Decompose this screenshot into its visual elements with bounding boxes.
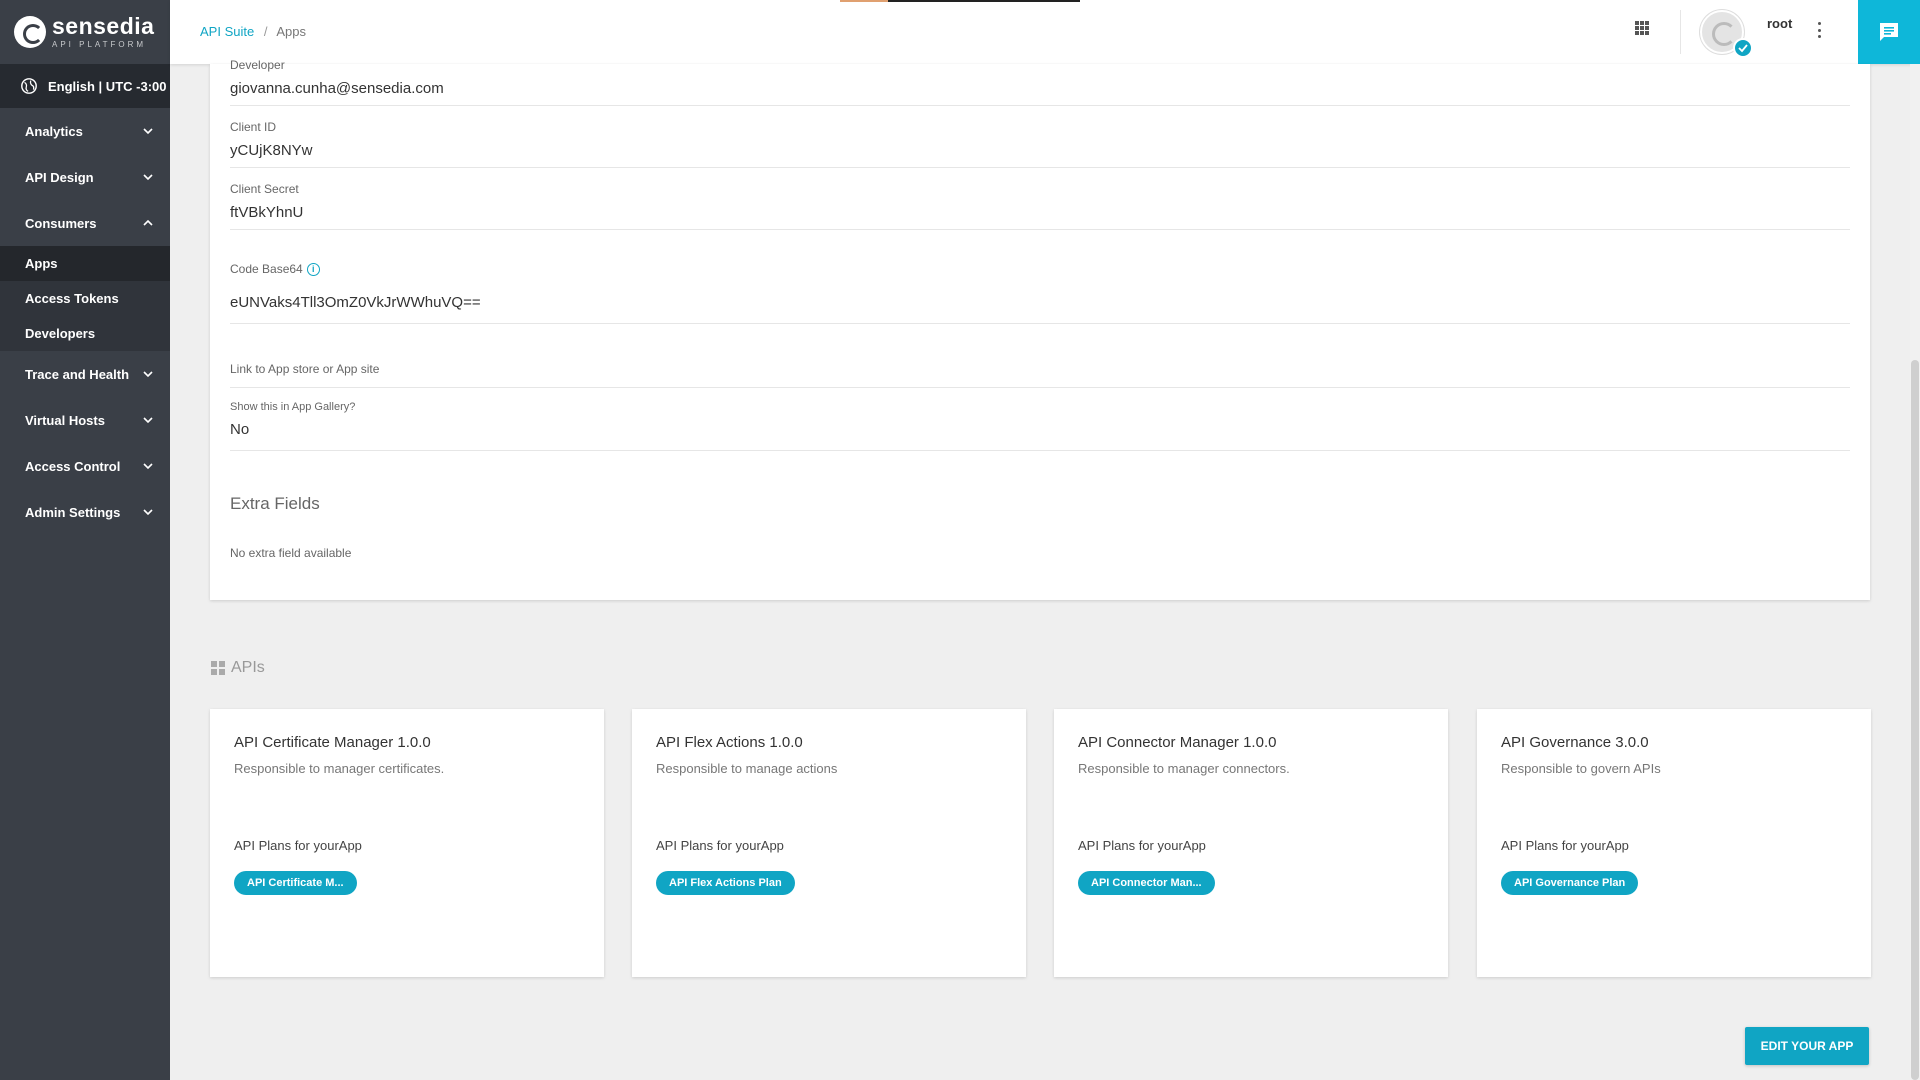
gallery-field: Show this in App Gallery? No (230, 401, 1850, 451)
locale-label: English | UTC -3:00 (48, 78, 167, 94)
chevron-down-icon (143, 128, 153, 135)
scrollbar-thumb[interactable] (1911, 360, 1919, 1080)
more-vert-icon[interactable] (1818, 22, 1822, 38)
client-id-field: Client ID yCUjK8NYw (230, 120, 1850, 168)
api-card-title: API Connector Manager 1.0.0 (1078, 734, 1277, 751)
breadcrumb-root-link[interactable]: API Suite (200, 24, 254, 39)
chat-icon (1880, 23, 1898, 41)
api-card[interactable]: API Flex Actions 1.0.0 Responsible to ma… (632, 709, 1026, 977)
gallery-label: Show this in App Gallery? (230, 401, 356, 413)
top-bar: API Suite / Apps root (170, 0, 1920, 64)
client-secret-label: Client Secret (230, 182, 299, 196)
sensedia-logo-icon (14, 16, 46, 48)
api-card-description: Responsible to manage actions (656, 761, 838, 776)
apps-grid-icon[interactable] (1635, 21, 1649, 35)
brand-name: sensedia (52, 13, 155, 39)
chevron-up-icon (143, 219, 153, 226)
chevron-down-icon (143, 509, 153, 516)
globe-icon (21, 78, 37, 94)
api-card-description: Responsible to manager certificates. (234, 761, 445, 776)
chevron-down-icon (143, 417, 153, 424)
sidebar-subitem-apps[interactable]: Apps (0, 246, 170, 281)
locale-selector[interactable]: English | UTC -3:00 (0, 64, 170, 108)
extra-fields-title: Extra Fields (230, 494, 320, 513)
header-divider (1680, 10, 1681, 54)
apis-title: APIs (231, 659, 265, 676)
client-id-value: yCUjK8NYw (230, 142, 313, 159)
chevron-down-icon (143, 371, 153, 378)
breadcrumb-separator: / (263, 24, 268, 39)
username[interactable]: root (1767, 16, 1792, 31)
sidebar-item-trace-and-health[interactable]: Trace and Health (0, 351, 170, 397)
apis-section-title: APIs (211, 659, 265, 677)
extra-fields-empty: No extra field available (230, 546, 352, 560)
api-card-description: Responsible to manager connectors. (1078, 761, 1290, 776)
plan-chip[interactable]: API Connector Man... (1078, 871, 1215, 895)
api-card[interactable]: API Certificate Manager 1.0.0 Responsibl… (210, 709, 604, 977)
app-link-field: Link to App store or App site (230, 362, 1850, 388)
app-details-card: Developer giovanna.cunha@sensedia.com Cl… (210, 58, 1870, 600)
edit-app-button[interactable]: EDIT YOUR APP (1745, 1027, 1869, 1065)
sidebar-item-access-control[interactable]: Access Control (0, 443, 170, 489)
api-plans-label: API Plans for yourApp (234, 838, 362, 853)
sidebar-subitem-developers[interactable]: Developers (0, 316, 170, 351)
api-card-description: Responsible to govern APIs (1501, 761, 1661, 776)
code-base64-field: Code Base64 i eUNVaks4Tll3OmZ0VkJrWWhuVQ=… (230, 262, 1850, 324)
developer-value: giovanna.cunha@sensedia.com (230, 80, 444, 97)
sidebar-item-label: Access Control (25, 458, 121, 474)
client-id-label: Client ID (230, 120, 277, 134)
sidebar: sensedia API PLATFORM English | UTC -3:0… (0, 0, 170, 1080)
sidebar-item-label: Admin Settings (25, 504, 121, 520)
developer-label: Developer (230, 58, 285, 72)
brand-subtitle: API PLATFORM (52, 40, 147, 49)
code-base64-value: eUNVaks4Tll3OmZ0VkJrWWhuVQ== (230, 294, 481, 311)
plan-chip[interactable]: API Flex Actions Plan (656, 871, 795, 895)
sidebar-item-label: API Design (25, 169, 94, 185)
sidebar-item-consumers[interactable]: Consumers (0, 200, 170, 246)
sidebar-item-label: Consumers (25, 215, 97, 231)
breadcrumb: API Suite / Apps (200, 24, 306, 39)
chat-button[interactable] (1858, 0, 1920, 64)
dashboard-icon (211, 661, 225, 675)
sidebar-item-analytics[interactable]: Analytics (0, 108, 170, 154)
sidebar-item-virtual-hosts[interactable]: Virtual Hosts (0, 397, 170, 443)
sidebar-subitem-access-tokens[interactable]: Access Tokens (0, 281, 170, 316)
chevron-down-icon (143, 463, 153, 470)
api-card-title: API Governance 3.0.0 (1501, 734, 1649, 751)
app-link-label: Link to App store or App site (230, 362, 380, 376)
code-base64-label: Code Base64 (230, 262, 303, 276)
gallery-value: No (230, 421, 250, 438)
sidebar-item-label: Trace and Health (25, 366, 130, 382)
sidebar-item-admin-settings[interactable]: Admin Settings (0, 489, 170, 535)
plan-chip[interactable]: API Certificate M... (234, 871, 357, 895)
api-plans-label: API Plans for yourApp (1501, 838, 1629, 853)
api-plans-label: API Plans for yourApp (1078, 838, 1206, 853)
chevron-down-icon (143, 174, 153, 181)
consumers-submenu: Apps Access Tokens Developers (0, 246, 170, 351)
client-secret-field: Client Secret ftVBkYhnU (230, 182, 1850, 230)
api-card[interactable]: API Connector Manager 1.0.0 Responsible … (1054, 709, 1448, 977)
brand-logo[interactable]: sensedia API PLATFORM (0, 0, 170, 64)
loading-bar (840, 0, 1080, 2)
api-plans-label: API Plans for yourApp (656, 838, 784, 853)
sidebar-item-api-design[interactable]: API Design (0, 154, 170, 200)
info-icon[interactable]: i (306, 263, 320, 276)
api-card-title: API Certificate Manager 1.0.0 (234, 734, 431, 751)
sidebar-item-label: Virtual Hosts (25, 412, 105, 428)
verified-check-icon (1733, 38, 1753, 58)
api-card[interactable]: API Governance 3.0.0 Responsible to gove… (1477, 709, 1871, 977)
sidebar-item-label: Analytics (25, 123, 83, 139)
plan-chip[interactable]: API Governance Plan (1501, 871, 1639, 895)
client-secret-value: ftVBkYhnU (230, 204, 304, 221)
developer-field: Developer giovanna.cunha@sensedia.com (230, 58, 1850, 106)
api-card-title: API Flex Actions 1.0.0 (656, 734, 803, 751)
breadcrumb-current: Apps (276, 24, 306, 39)
